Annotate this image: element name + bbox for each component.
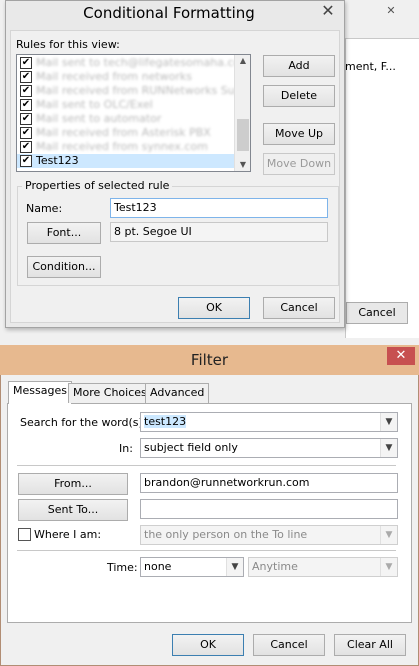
rule-label: Mail sent to tech@lifegatesomaha.com bbox=[36, 56, 251, 69]
rule-label: Mail received from Asterisk PBX bbox=[36, 126, 211, 139]
divider bbox=[17, 550, 396, 551]
rule-label: Mail received from RUNNetworks Support bbox=[36, 84, 251, 97]
ok-button[interactable]: OK bbox=[178, 297, 250, 319]
close-icon[interactable]: ✕ bbox=[315, 2, 341, 20]
dialog-title: Filter bbox=[190, 351, 229, 369]
divider bbox=[17, 465, 396, 466]
dialog-title: Conditional Formatting bbox=[83, 4, 255, 22]
background-close-icon[interactable]: ✕ bbox=[382, 4, 400, 18]
rule-item[interactable]: ✔ Mail sent to automator bbox=[17, 112, 236, 126]
time-label: Time: bbox=[107, 561, 138, 574]
condition-button[interactable]: Condition... bbox=[27, 256, 101, 278]
tab-messages[interactable]: Messages bbox=[8, 381, 72, 404]
chevron-down-icon[interactable]: ▼ bbox=[380, 439, 397, 457]
chevron-down-icon[interactable]: ▼ bbox=[380, 558, 397, 576]
rules-list[interactable]: ✔ Mail sent to tech@lifegatesomaha.com ✔… bbox=[16, 54, 251, 172]
from-button[interactable]: From... bbox=[18, 473, 128, 495]
checkbox-checked-icon[interactable]: ✔ bbox=[20, 85, 32, 97]
rule-label: Mail received from synnex.com bbox=[36, 140, 208, 153]
where-i-am-checkbox[interactable] bbox=[18, 528, 31, 541]
from-field[interactable]: brandon@runnetworkrun.com bbox=[140, 473, 398, 493]
in-label: In: bbox=[119, 442, 133, 455]
rule-item[interactable]: ✔ Mail sent to OLC/Exel bbox=[17, 98, 236, 112]
rule-label: Mail sent to automator bbox=[36, 112, 162, 125]
properties-label: Properties of selected rule bbox=[22, 179, 173, 192]
sent-to-button[interactable]: Sent To... bbox=[18, 499, 128, 521]
scrollbar-thumb[interactable] bbox=[237, 119, 249, 151]
tab-advanced[interactable]: Advanced bbox=[145, 383, 210, 403]
search-label: Search for the word(s): bbox=[20, 416, 147, 429]
background-panel bbox=[345, 38, 419, 338]
cancel-button[interactable]: Cancel bbox=[253, 634, 325, 656]
ok-button[interactable]: OK bbox=[172, 634, 244, 656]
chevron-down-icon[interactable]: ▼ bbox=[380, 526, 397, 544]
cancel-button[interactable]: Cancel bbox=[263, 297, 335, 319]
rule-item-selected[interactable]: ✔ Test123 bbox=[17, 154, 236, 168]
rule-label: Mail sent to OLC/Exel bbox=[36, 98, 153, 111]
rules-label: Rules for this view: bbox=[16, 38, 120, 51]
name-label: Name: bbox=[26, 202, 63, 215]
rule-item[interactable]: ✔ Mail received from synnex.com bbox=[17, 140, 236, 154]
delete-button[interactable]: Delete bbox=[263, 85, 335, 107]
tab-more-choices[interactable]: More Choices bbox=[68, 383, 152, 403]
rule-item[interactable]: ✔ Mail sent to tech@lifegatesomaha.com bbox=[17, 56, 250, 70]
in-field-select[interactable]: subject field only bbox=[140, 438, 398, 458]
move-up-button[interactable]: Move Up bbox=[263, 123, 335, 145]
rule-item[interactable]: ✔ Mail received from RUNNetworks Support bbox=[17, 84, 250, 98]
font-display: 8 pt. Segoe UI bbox=[110, 222, 328, 242]
chevron-down-icon[interactable]: ▼ bbox=[226, 558, 243, 576]
sent-to-field[interactable] bbox=[140, 499, 398, 519]
rule-item[interactable]: ✔ Mail received from Asterisk PBX bbox=[17, 126, 236, 140]
rule-label: Mail received from networks bbox=[36, 70, 193, 83]
checkbox-checked-icon[interactable]: ✔ bbox=[20, 141, 32, 153]
background-cancel-button[interactable]: Cancel bbox=[346, 302, 408, 324]
checkbox-checked-icon[interactable]: ✔ bbox=[20, 127, 32, 139]
checkbox-checked-icon[interactable]: ✔ bbox=[20, 57, 32, 69]
rules-scrollbar[interactable]: ▲ ▼ bbox=[234, 55, 250, 171]
move-down-button[interactable]: Move Down bbox=[263, 153, 335, 175]
chevron-down-icon[interactable]: ▼ bbox=[380, 413, 397, 431]
scroll-up-arrow-icon[interactable]: ▲ bbox=[235, 55, 251, 67]
add-button[interactable]: Add bbox=[263, 55, 335, 77]
checkbox-checked-icon[interactable]: ✔ bbox=[20, 155, 32, 167]
rule-label: Test123 bbox=[36, 154, 79, 167]
scroll-down-arrow-icon[interactable]: ▼ bbox=[235, 159, 251, 171]
checkbox-checked-icon[interactable]: ✔ bbox=[20, 99, 32, 111]
search-words-combobox[interactable]: test123 bbox=[140, 412, 398, 432]
where-i-am-select[interactable]: the only person on the To line bbox=[140, 525, 398, 545]
time-range-select[interactable]: Anytime bbox=[248, 557, 398, 577]
font-button[interactable]: Font... bbox=[27, 222, 101, 244]
close-icon[interactable]: ✕ bbox=[387, 347, 415, 365]
clear-all-button[interactable]: Clear All bbox=[334, 634, 406, 656]
rule-name-input[interactable]: Test123 bbox=[110, 198, 328, 218]
background-panel-text: ment, F... bbox=[345, 60, 396, 73]
where-i-am-label: Where I am: bbox=[34, 528, 102, 541]
checkbox-checked-icon[interactable]: ✔ bbox=[20, 71, 32, 83]
rule-item[interactable]: ✔ Mail received from networks bbox=[17, 70, 236, 84]
search-words-value: test123 bbox=[144, 415, 187, 428]
checkbox-checked-icon[interactable]: ✔ bbox=[20, 113, 32, 125]
